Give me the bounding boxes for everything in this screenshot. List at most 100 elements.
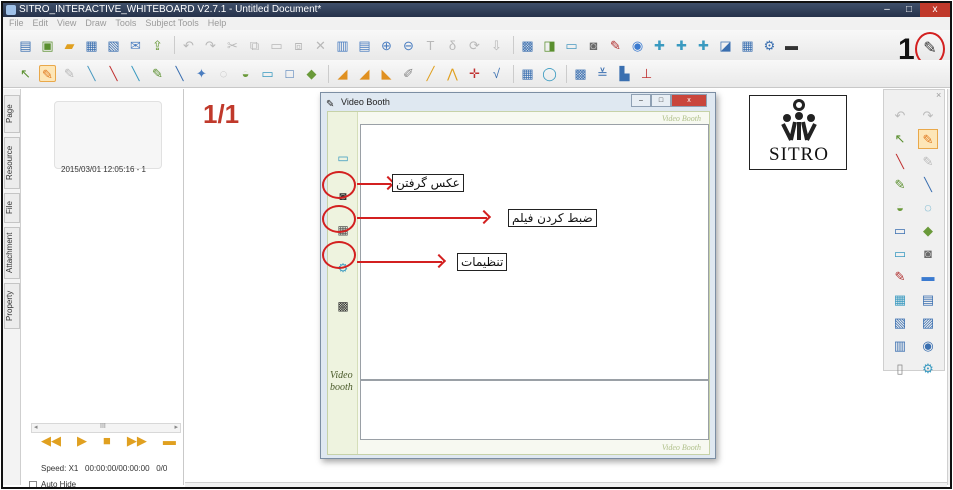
vote3-icon[interactable]: ✚ [695,37,712,54]
settings-icon[interactable]: ⚙ [918,359,938,379]
menu-view[interactable]: View [57,17,76,30]
forward-icon[interactable]: ▶▶ [127,433,147,449]
vertical-scrollbar[interactable] [947,89,950,485]
pencil-icon[interactable]: ╲ [105,65,122,82]
spotlight-icon[interactable]: ◉ [918,336,938,356]
triangle-icon[interactable]: ◣ [378,65,395,82]
minimize-button[interactable]: – [876,3,898,17]
database-icon[interactable]: ◪ [717,37,734,54]
compass-icon[interactable]: ╱ [422,65,439,82]
protractor-icon[interactable]: ◢ [356,65,373,82]
record-screen-icon[interactable]: ▭ [333,150,353,166]
open-icon[interactable]: ▣ [39,37,56,54]
play-icon[interactable]: ▶ [77,433,87,449]
scroll-left-icon[interactable]: ◂ [34,423,38,431]
auto-hide-checkbox[interactable] [29,480,37,487]
tab-page[interactable]: Page [4,95,20,133]
folder-icon[interactable]: ▰ [61,37,78,54]
floating-close-icon[interactable]: × [936,90,941,100]
stop-icon[interactable]: ■ [103,433,111,449]
email-icon[interactable]: ✉ [127,37,144,54]
line-graph-icon[interactable]: ⊥ [638,65,655,82]
menu-subject-tools[interactable]: Subject Tools [145,17,198,30]
clone-icon[interactable]: ⧈ [290,37,307,54]
page-thumbnail[interactable] [54,101,162,169]
pen2-icon[interactable]: ✎ [61,65,78,82]
screen2-icon[interactable]: ◯ [541,65,558,82]
table-icon[interactable]: √ [488,65,505,82]
delete-icon[interactable]: ✕ [312,37,329,54]
undo-icon[interactable]: ↶ [890,106,910,126]
eraser-icon[interactable]: ✎ [918,152,938,172]
crayon-icon[interactable]: ✎ [149,65,166,82]
magic-pen-icon[interactable]: ✎ [890,267,910,287]
menu-draw[interactable]: Draw [85,17,106,30]
ellipse-icon[interactable]: ▦ [519,65,536,82]
brush-icon[interactable]: ✎ [890,175,910,195]
new-icon[interactable]: ▤ [17,37,34,54]
shape-icon[interactable]: ◌ [918,198,938,218]
vote-icon[interactable]: ✚ [651,37,668,54]
text2-icon[interactable]: δ [444,37,461,54]
horizontal-scrollbar[interactable]: ◂ III ▸ [31,423,181,433]
redo-icon[interactable]: ↷ [918,106,938,126]
graph-icon[interactable]: ≚ [594,65,611,82]
pen-icon[interactable]: ✎ [918,129,938,149]
spotlight-icon[interactable]: ◉ [629,37,646,54]
magic-icon[interactable]: ✦ [193,65,210,82]
scroll-right-icon[interactable]: ▸ [174,423,178,431]
select-icon[interactable]: ↖ [890,129,910,149]
rect-icon[interactable]: □ [281,65,298,82]
undo-icon[interactable]: ↶ [180,37,197,54]
export-icon[interactable]: ▨ [918,313,938,333]
text-icon[interactable]: ▭ [890,244,910,264]
zoom-in-icon[interactable]: ⊕ [378,37,395,54]
import-icon[interactable]: ▧ [890,313,910,333]
tab-resource[interactable]: Resource [4,137,20,189]
pen2-icon[interactable]: ╲ [890,152,910,172]
zoom-out-icon[interactable]: ⊖ [400,37,417,54]
video-booth-minimize-button[interactable]: – [631,94,651,107]
maximize-button[interactable]: □ [898,3,920,17]
redo-icon[interactable]: ↷ [202,37,219,54]
highlighter-icon[interactable]: ╲ [918,175,938,195]
bar-icon[interactable]: ▙ [616,65,633,82]
chart-icon[interactable]: ▩ [572,65,589,82]
formula-icon[interactable]: ✛ [466,65,483,82]
record-icon[interactable]: ▭ [563,37,580,54]
menu-edit[interactable]: Edit [33,17,49,30]
screen-icon[interactable]: ▤ [918,290,938,310]
bottom-scrollbar[interactable] [185,482,947,487]
camera-icon[interactable]: ◙ [585,37,602,54]
axis-icon[interactable]: ⋀ [444,65,461,82]
brush-icon[interactable]: ╲ [83,65,100,82]
keyboard-icon[interactable]: ▦ [890,290,910,310]
select-icon[interactable]: ↖ [17,65,34,82]
page-icon[interactable]: ▥ [334,37,351,54]
keyboard-icon[interactable]: ▬ [783,37,800,54]
end-icon[interactable]: ▬ [163,433,176,449]
stamp-icon[interactable]: ◆ [918,221,938,241]
pencil2-icon[interactable]: ✐ [400,65,417,82]
video-booth-maximize-button[interactable]: □ [651,94,671,107]
import-icon[interactable]: ▧ [105,37,122,54]
pen-icon[interactable]: ✎ [39,65,56,82]
text-icon[interactable]: T [422,37,439,54]
page-add-icon[interactable]: ▤ [356,37,373,54]
save-icon[interactable]: ▦ [83,37,100,54]
tab-file[interactable]: File [4,193,20,223]
magic-pen-icon[interactable]: ✎ [607,37,624,54]
book-icon[interactable]: ▦ [739,37,756,54]
menu-help[interactable]: Help [208,17,227,30]
calligraphy-icon[interactable]: ╲ [171,65,188,82]
fill-icon[interactable]: ◒ [890,198,910,218]
camera-icon[interactable]: ◙ [918,244,938,264]
cut-icon[interactable]: ✂ [224,37,241,54]
vote2-icon[interactable]: ✚ [673,37,690,54]
rewind-icon[interactable]: ◀◀ [41,433,61,449]
eraser-icon[interactable]: ◆ [303,65,320,82]
video-booth-close-button[interactable]: x [671,94,707,107]
graph-icon[interactable]: ▯ [890,359,910,379]
record-icon[interactable]: ▬ [918,267,938,287]
fill-icon[interactable]: ◒ [237,65,254,82]
